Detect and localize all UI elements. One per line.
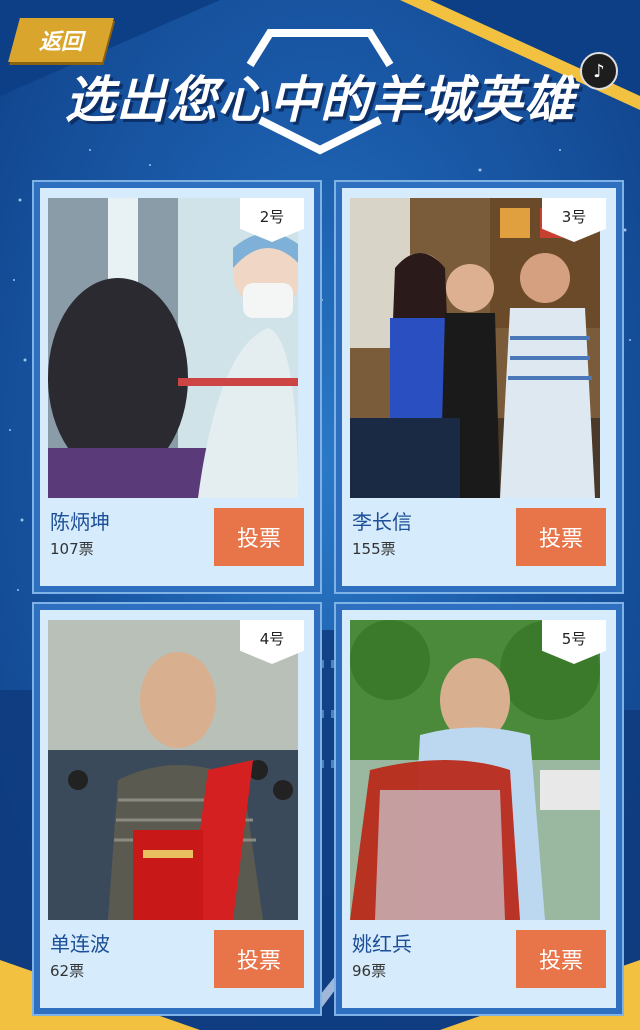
candidate-card: 3号 李长信 155票 投票 bbox=[336, 182, 622, 592]
candidate-name: 姚红兵 bbox=[352, 932, 412, 956]
candidate-photo bbox=[48, 620, 298, 920]
vote-button[interactable]: 投票 bbox=[516, 930, 606, 988]
candidate-name: 单连波 bbox=[50, 932, 110, 956]
back-button[interactable]: 返回 bbox=[8, 18, 114, 62]
page-title: 选出您心中的羊城英雄 bbox=[65, 71, 575, 129]
candidate-card: 2号 陈炳坤 107票 投票 bbox=[34, 182, 320, 592]
vote-button[interactable]: 投票 bbox=[214, 508, 304, 566]
vote-count: 62票 bbox=[50, 962, 85, 980]
candidate-photo bbox=[48, 198, 298, 498]
vote-count: 107票 bbox=[50, 540, 94, 558]
vote-button[interactable]: 投票 bbox=[516, 508, 606, 566]
vote-count: 155票 bbox=[352, 540, 396, 558]
vote-button[interactable]: 投票 bbox=[214, 930, 304, 988]
candidate-name: 李长信 bbox=[352, 510, 412, 534]
candidate-card: 5号 姚红兵 96票 投票 bbox=[336, 604, 622, 1014]
vote-count: 96票 bbox=[352, 962, 387, 980]
candidate-photo bbox=[350, 620, 600, 920]
candidate-name: 陈炳坤 bbox=[50, 510, 110, 534]
back-button-label: 返回 bbox=[38, 30, 83, 55]
music-toggle-button[interactable]: ♪ bbox=[580, 52, 618, 90]
candidate-card: 4号 单连波 62票 投票 bbox=[34, 604, 320, 1014]
candidate-photo bbox=[350, 198, 600, 498]
music-note-icon: ♪ bbox=[593, 60, 605, 82]
